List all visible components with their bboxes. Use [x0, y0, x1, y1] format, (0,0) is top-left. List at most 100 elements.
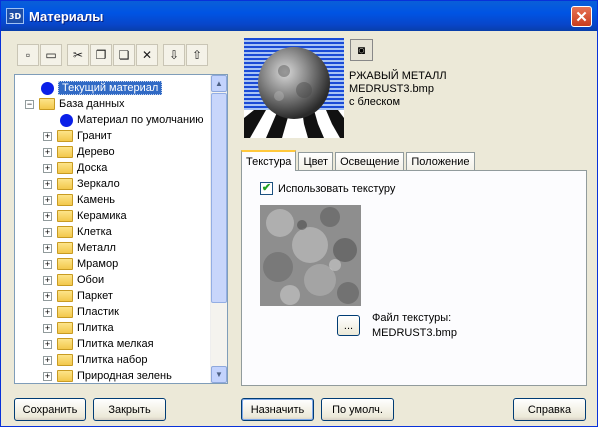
tree-item-label: Мрамор: [77, 258, 119, 270]
paste-button[interactable]: ❏: [113, 44, 135, 66]
folder-icon: [57, 322, 73, 334]
tree-item-default-material[interactable]: Материал по умолчанию: [60, 112, 204, 128]
tree-item-folder[interactable]: + Мрамор: [43, 256, 118, 272]
expand-toggle[interactable]: +: [43, 163, 52, 173]
tree-scrollbar[interactable]: ▲ ▼: [210, 75, 227, 383]
snapshot-button[interactable]: ◙: [350, 39, 373, 61]
folder-button[interactable]: ▭: [40, 44, 62, 66]
rust-texture-image: [260, 205, 361, 306]
tree-item-folder[interactable]: + Паркет: [43, 288, 113, 304]
folder-icon: ▭: [45, 48, 57, 62]
save-button[interactable]: Сохранить: [14, 398, 86, 421]
folder-icon: [57, 338, 73, 350]
window-title: Материалы: [29, 8, 104, 24]
export-button[interactable]: ⇧: [186, 44, 208, 66]
folder-icon: [57, 290, 73, 302]
assign-button[interactable]: Назначить: [241, 398, 314, 421]
expand-toggle[interactable]: +: [43, 339, 52, 349]
browse-texture-button[interactable]: ...: [337, 315, 360, 336]
collapse-toggle[interactable]: −: [25, 99, 34, 109]
tree-item-label: Плитка набор: [77, 354, 148, 366]
tree-item-folder[interactable]: + Обои: [43, 272, 104, 288]
tree-item-label: Металл: [77, 242, 116, 254]
material-property: с блеском: [349, 96, 401, 108]
property-tabs: Текстура Цвет Освещение Положение: [241, 150, 477, 171]
tree-item-label: Текущий материал: [58, 81, 163, 95]
tree-item-database[interactable]: − База данных: [25, 96, 125, 112]
check-icon: ✔: [261, 182, 272, 194]
import-button[interactable]: ⇩: [163, 44, 185, 66]
tree-item-label: Паркет: [77, 290, 113, 302]
expand-toggle[interactable]: +: [43, 211, 52, 221]
expand-toggle[interactable]: +: [43, 371, 52, 381]
use-texture-label: Использовать текстуру: [278, 182, 396, 195]
folder-icon: [57, 130, 73, 142]
expand-toggle[interactable]: +: [43, 307, 52, 317]
cut-button[interactable]: ✂: [67, 44, 89, 66]
tree-toolbar: ▫ ▭ ✂ ❐ ❏ ✕ ⇩ ⇧: [14, 42, 227, 68]
expand-toggle[interactable]: +: [43, 179, 52, 189]
tree-item-folder[interactable]: + Плитка мелкая: [43, 336, 154, 352]
use-texture-row[interactable]: ✔ Использовать текстуру: [260, 182, 395, 195]
tree-item-folder[interactable]: + Пластик: [43, 304, 119, 320]
texture-file-caption: Файл текстуры:: [372, 312, 452, 324]
material-preview: [244, 38, 344, 138]
tab-position[interactable]: Положение: [406, 152, 475, 171]
tree-item-folder[interactable]: + Камень: [43, 192, 115, 208]
default-button[interactable]: По умолч.: [321, 398, 394, 421]
expand-toggle[interactable]: +: [43, 131, 52, 141]
folder-icon: [57, 274, 73, 286]
tree-item-folder[interactable]: + Доска: [43, 160, 107, 176]
folder-icon: [57, 146, 73, 158]
tree-item-current-material[interactable]: Текущий материал: [41, 80, 163, 96]
open-folder-icon: [39, 98, 55, 110]
tree-item-label: Плитка мелкая: [77, 338, 154, 350]
expand-toggle[interactable]: +: [43, 291, 52, 301]
use-texture-checkbox[interactable]: ✔: [260, 182, 273, 195]
folder-icon: [57, 242, 73, 254]
expand-toggle[interactable]: +: [43, 243, 52, 253]
tab-color[interactable]: Цвет: [298, 152, 334, 171]
tree-item-folder[interactable]: + Зеркало: [43, 176, 120, 192]
copy-icon: ❐: [95, 48, 107, 62]
tree-item-folder[interactable]: + Дерево: [43, 144, 115, 160]
materials-tree[interactable]: Текущий материал − База данных Материал …: [14, 74, 228, 384]
tree-item-folder[interactable]: + Плитка: [43, 320, 114, 336]
expand-toggle[interactable]: +: [43, 355, 52, 365]
close-window-button[interactable]: ✕: [571, 6, 592, 27]
close-button[interactable]: Закрыть: [93, 398, 166, 421]
scroll-down-button[interactable]: ▼: [211, 366, 227, 383]
texture-thumbnail: [260, 205, 361, 306]
title-bar[interactable]: 3D Материалы ✕: [1, 1, 597, 31]
help-button[interactable]: Справка: [513, 398, 586, 421]
tree-item-folder[interactable]: + Керамика: [43, 208, 127, 224]
tree-item-folder[interactable]: + Природная зелень: [43, 368, 172, 383]
delete-button[interactable]: ✕: [136, 44, 158, 66]
camera-icon: ◙: [357, 43, 366, 57]
folder-icon: [57, 258, 73, 270]
expand-toggle[interactable]: +: [43, 227, 52, 237]
copy-button[interactable]: ❐: [90, 44, 112, 66]
material-dot-icon: [41, 81, 54, 95]
paste-icon: ❏: [118, 48, 130, 62]
texture-file-info: Файл текстуры: MEDRUST3.bmp: [372, 311, 457, 341]
folder-icon: [57, 354, 73, 366]
expand-toggle[interactable]: +: [43, 323, 52, 333]
scroll-thumb[interactable]: [211, 93, 227, 303]
expand-toggle[interactable]: +: [43, 259, 52, 269]
tree-item-label: Керамика: [77, 210, 127, 222]
tab-texture[interactable]: Текстура: [241, 150, 297, 171]
expand-toggle[interactable]: +: [43, 275, 52, 285]
tree-item-folder[interactable]: + Металл: [43, 240, 116, 256]
tree-item-folder[interactable]: + Плитка набор: [43, 352, 147, 368]
folder-icon: [57, 194, 73, 206]
new-material-button[interactable]: ▫: [17, 44, 39, 66]
texture-file-name: MEDRUST3.bmp: [372, 327, 457, 339]
expand-toggle[interactable]: +: [43, 195, 52, 205]
tree-item-folder[interactable]: + Клетка: [43, 224, 112, 240]
tree-item-folder[interactable]: + Гранит: [43, 128, 112, 144]
expand-toggle[interactable]: +: [43, 147, 52, 157]
tree-item-label: База данных: [59, 98, 125, 110]
scroll-up-button[interactable]: ▲: [211, 75, 227, 92]
tab-lighting[interactable]: Освещение: [335, 152, 405, 171]
